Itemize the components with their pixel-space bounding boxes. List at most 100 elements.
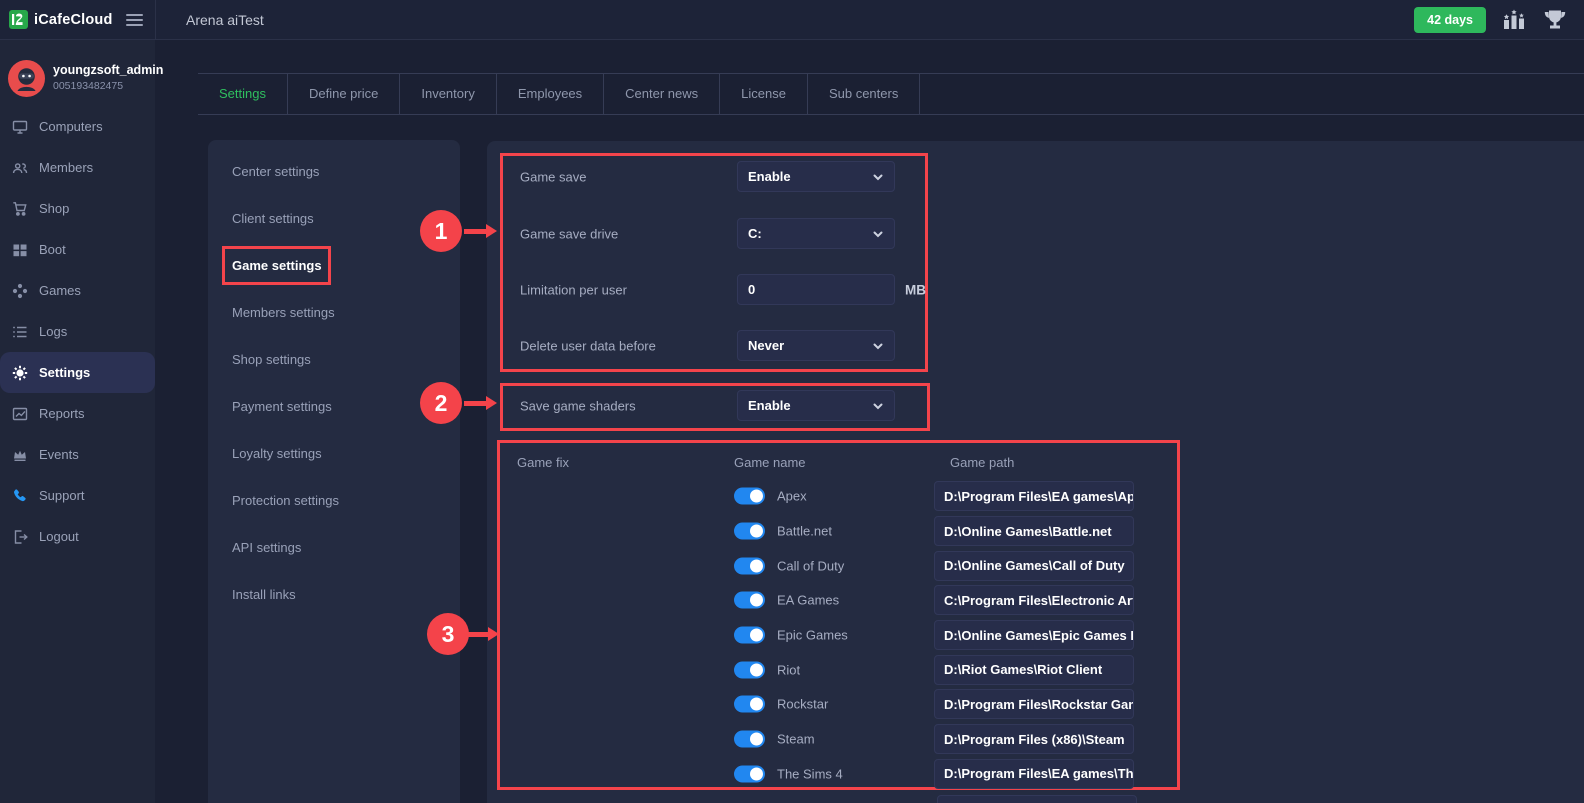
user-box[interactable]: youngzsoft_admin 005193482475 [0,40,155,97]
toggle-knob [750,698,763,711]
settings-nav-item-center-settings[interactable]: Center settings [208,148,460,195]
sidebar: youngzsoft_admin 005193482475 Computers M… [0,40,155,803]
star-podium-icon[interactable] [1501,8,1527,32]
chevron-down-icon [872,340,884,352]
game-fix-toggle-riot[interactable] [734,661,765,678]
game-path-input-riot[interactable]: D:\Riot Games\Riot Client [934,655,1134,685]
game-name-label: The Sims 4 [777,766,843,781]
sidebar-item-logout[interactable]: Logout [0,516,155,557]
form-row-game-save-drive: Game save driveC: [503,218,925,249]
brand: iCafeCloud [0,0,156,39]
toggle-knob [750,525,763,538]
sidebar-item-computers[interactable]: Computers [0,106,155,147]
game-path-column-header: Game path [950,455,1014,470]
chevron-down-icon [872,171,884,183]
game-fix-toggle-steam[interactable] [734,731,765,748]
game-path-input-ea-games[interactable]: C:\Program Files\Electronic Arts\E [934,585,1134,615]
settings-nav-item-label: Members settings [232,305,335,320]
annotation-arrow-1 [464,224,497,238]
center-title: Arena aiTest [186,12,264,28]
tab-center-news[interactable]: Center news [604,74,720,114]
tab-settings[interactable]: Settings [198,74,288,114]
settings-nav-item-label: Protection settings [232,493,339,508]
game-fix-row-ea-games: EA GamesC:\Program Files\Electronic Arts… [500,583,1177,618]
sidebar-item-reports[interactable]: Reports [0,393,155,434]
game-path-input-epic-games[interactable]: D:\Online Games\Epic Games Lau [934,620,1134,650]
game-name-column-header: Game name [734,455,806,470]
top-bar: iCafeCloud Arena aiTest 42 days [0,0,1584,40]
sidebar-item-logs[interactable]: Logs [0,311,155,352]
game-path-input-partial[interactable] [937,795,1137,803]
game-save-select[interactable]: Enable [737,161,895,192]
game-path-input-the-sims-4[interactable]: D:\Program Files\EA games\The S [934,759,1134,789]
game-save-drive-select[interactable]: C: [737,218,895,249]
hamburger-menu-icon[interactable] [126,14,143,26]
tab-license[interactable]: License [720,74,808,114]
tab-define-price[interactable]: Define price [288,74,400,114]
chart-icon [11,405,28,422]
settings-nav-item-label: Loyalty settings [232,446,322,461]
game-fix-toggle-the-sims-4[interactable] [734,765,765,782]
settings-nav-item-shop-settings[interactable]: Shop settings [208,336,460,383]
game-path-input-rockstar[interactable]: D:\Program Files\Rockstar Games [934,689,1134,719]
game-save-label: Game save [520,169,586,184]
crown-icon [11,446,28,463]
logs-icon [11,323,28,340]
game-fix-toggle-apex[interactable] [734,488,765,505]
sidebar-item-label: Computers [39,119,103,134]
game-fix-toggle-battle-net[interactable] [734,523,765,540]
sidebar-nav: Computers Members Shop BootGamesLogs Setting… [0,106,155,557]
settings-nav-item-install-links[interactable]: Install links [208,571,460,618]
sidebar-item-label: Shop [39,201,69,216]
limitation-per-user-input[interactable]: 0 [737,274,895,305]
trophy-icon[interactable] [1542,8,1568,32]
limitation-per-user-label: Limitation per user [520,282,627,297]
game-path-input-battle-net[interactable]: D:\Online Games\Battle.net [934,516,1134,546]
chevron-down-icon [872,400,884,412]
toggle-knob [750,490,763,503]
tab-sub-centers[interactable]: Sub centers [808,74,920,114]
settings-nav-item-protection-settings[interactable]: Protection settings [208,477,460,524]
settings-nav-item-game-settings[interactable]: Game settings [208,242,460,289]
select-value: Never [748,338,784,353]
sidebar-item-games[interactable]: Games [0,270,155,311]
sidebar-item-members[interactable]: Members [0,147,155,188]
game-fix-header: Game fix Game name Game path [500,455,1177,473]
game-fix-toggle-epic-games[interactable] [734,627,765,644]
settings-nav-item-label: Center settings [232,164,319,179]
game-path-input-apex[interactable]: D:\Program Files\EA games\Apex [934,481,1134,511]
game-path-input-steam[interactable]: D:\Program Files (x86)\Steam [934,724,1134,754]
sidebar-item-boot[interactable]: Boot [0,229,155,270]
game-fix-toggle-rockstar[interactable] [734,696,765,713]
sidebar-item-support[interactable]: Support [0,475,155,516]
sidebar-item-settings[interactable]: Settings [0,352,155,393]
sidebar-item-label: Settings [39,365,90,380]
user-id: 005193482475 [53,80,163,92]
monitor-icon [11,118,28,135]
app-window: iCafeCloud Arena aiTest 42 days [0,0,1584,803]
settings-nav-item-api-settings[interactable]: API settings [208,524,460,571]
game-fix-toggle-ea-games[interactable] [734,592,765,609]
settings-nav-item-members-settings[interactable]: Members settings [208,289,460,336]
toggle-knob [750,733,763,746]
tab-employees[interactable]: Employees [497,74,604,114]
save-game-shaders-select[interactable]: Enable [737,390,895,421]
game-path-input-call-of-duty[interactable]: D:\Online Games\Call of Duty [934,551,1134,581]
delete-user-data-before-select[interactable]: Never [737,330,895,361]
limitation-per-user-unit: MB [905,282,926,297]
sidebar-item-events[interactable]: Events [0,434,155,475]
form-row-game-save: Game save Enable [503,161,925,192]
license-days-badge[interactable]: 42 days [1414,7,1486,33]
annotation-arrow-3 [466,627,499,641]
game-name-label: Rockstar [777,697,828,712]
settings-nav-item-loyalty-settings[interactable]: Loyalty settings [208,430,460,477]
delete-user-data-before-label: Delete user data before [520,338,656,353]
sidebar-item-label: Support [39,488,85,503]
game-fix-row-rockstar: Rockstar D:\Program Files\Rockstar Games [500,687,1177,722]
game-fix-toggle-call-of-duty[interactable] [734,557,765,574]
tab-inventory[interactable]: Inventory [400,74,496,114]
annotation-box-1: Game save Enable Game save driveC: Limitati… [500,153,928,372]
toggle-knob [750,663,763,676]
sidebar-item-shop[interactable]: Shop [0,188,155,229]
toggle-knob [750,767,763,780]
